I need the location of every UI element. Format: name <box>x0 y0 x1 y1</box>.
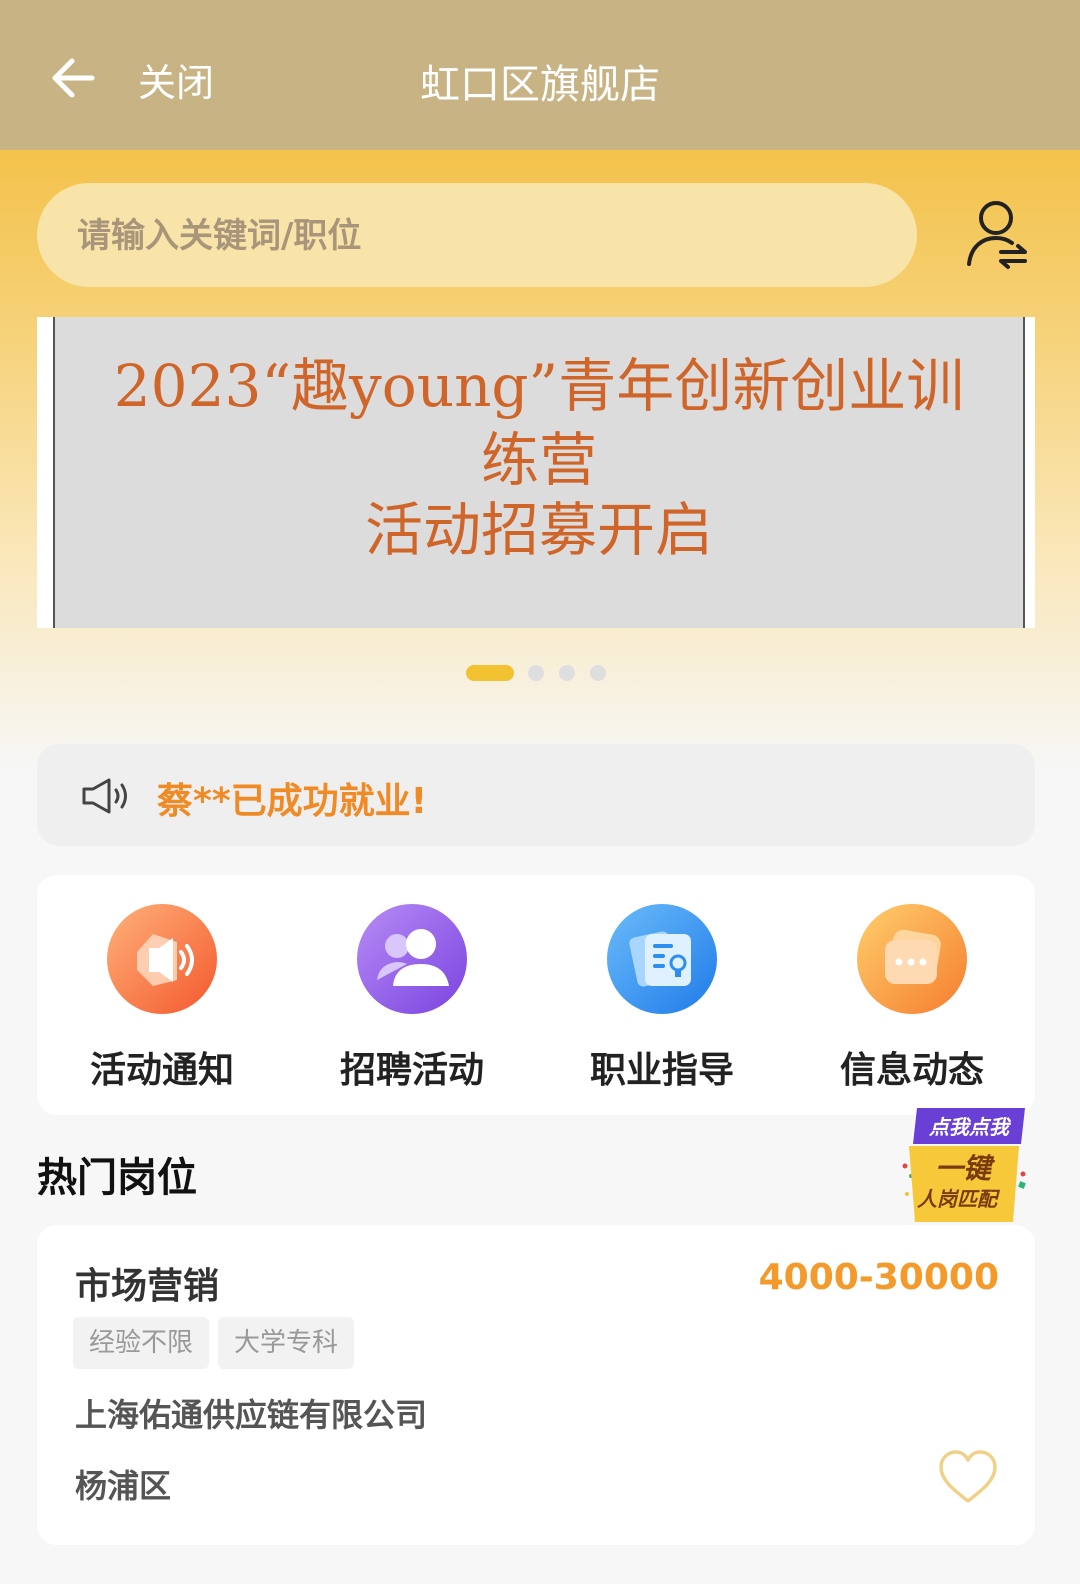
banner-line-3: 活动招募开启 <box>364 496 713 564</box>
menu-label: 职业指导 <box>589 1050 734 1091</box>
guide-icon <box>607 904 717 1014</box>
menu-item-career-guidance[interactable]: 职业指导 <box>537 875 787 1115</box>
job-match-badge[interactable]: 点我点我 一键 人岗匹配 <box>895 1104 1035 1224</box>
carousel-dot[interactable] <box>559 665 575 681</box>
search-input[interactable] <box>75 183 859 289</box>
badge-line-2: 一键 <box>935 1152 996 1185</box>
menu-label: 信息动态 <box>839 1050 984 1091</box>
menu-label: 活动通知 <box>89 1050 234 1091</box>
job-tag: 大学专科 <box>218 1317 355 1369</box>
top-bar: 关闭 虹口区旗舰店 <box>0 0 1080 150</box>
banner-line-1: 2023“趣young”青年创新创业训 <box>113 352 965 420</box>
switch-user-icon[interactable] <box>963 198 1029 270</box>
job-salary: 4000-30000 <box>758 1257 999 1298</box>
carousel-indicator <box>0 665 1080 681</box>
menu-label: 招聘活动 <box>339 1050 484 1091</box>
feature-menu: 活动通知 招聘活动 职业指导 信息动态 <box>37 875 1035 1115</box>
promo-banner[interactable]: 2023“趣young”青年创新创业训 练营 活动招募开启 <box>37 317 1035 628</box>
carousel-dot[interactable] <box>528 665 544 681</box>
notice-text: 蔡**已成功就业! <box>157 781 428 822</box>
notice-bar[interactable]: 蔡**已成功就业! <box>37 744 1035 846</box>
search-bar[interactable] <box>37 183 917 289</box>
job-card[interactable]: 市场营销 4000-30000 经验不限 大学专科 上海佑通供应链有限公司 杨浦… <box>37 1225 1035 1545</box>
page-title: 虹口区旗舰店 <box>420 62 660 108</box>
job-district: 杨浦区 <box>75 1467 172 1505</box>
banner-image: 2023“趣young”青年创新创业训 练营 活动招募开启 <box>53 317 1025 628</box>
menu-item-activity-notice[interactable]: 活动通知 <box>37 875 287 1115</box>
megaphone-icon <box>107 904 217 1014</box>
menu-item-info-updates[interactable]: 信息动态 <box>787 875 1037 1115</box>
badge-line-3: 人岗匹配 <box>917 1187 1001 1211</box>
section-title: 热门岗位 <box>37 1155 197 1201</box>
carousel-dot[interactable] <box>590 665 606 681</box>
speaker-icon <box>82 778 127 814</box>
badge-line-1: 点我点我 <box>928 1115 1012 1139</box>
carousel-dot[interactable] <box>466 665 514 681</box>
job-tag: 经验不限 <box>73 1317 210 1369</box>
heart-icon[interactable] <box>937 1449 999 1505</box>
job-company: 上海佑通供应链有限公司 <box>75 1396 428 1434</box>
menu-item-recruitment[interactable]: 招聘活动 <box>287 875 537 1115</box>
people-icon <box>357 904 467 1014</box>
message-icon <box>857 904 967 1014</box>
job-title: 市场营销 <box>75 1266 220 1307</box>
